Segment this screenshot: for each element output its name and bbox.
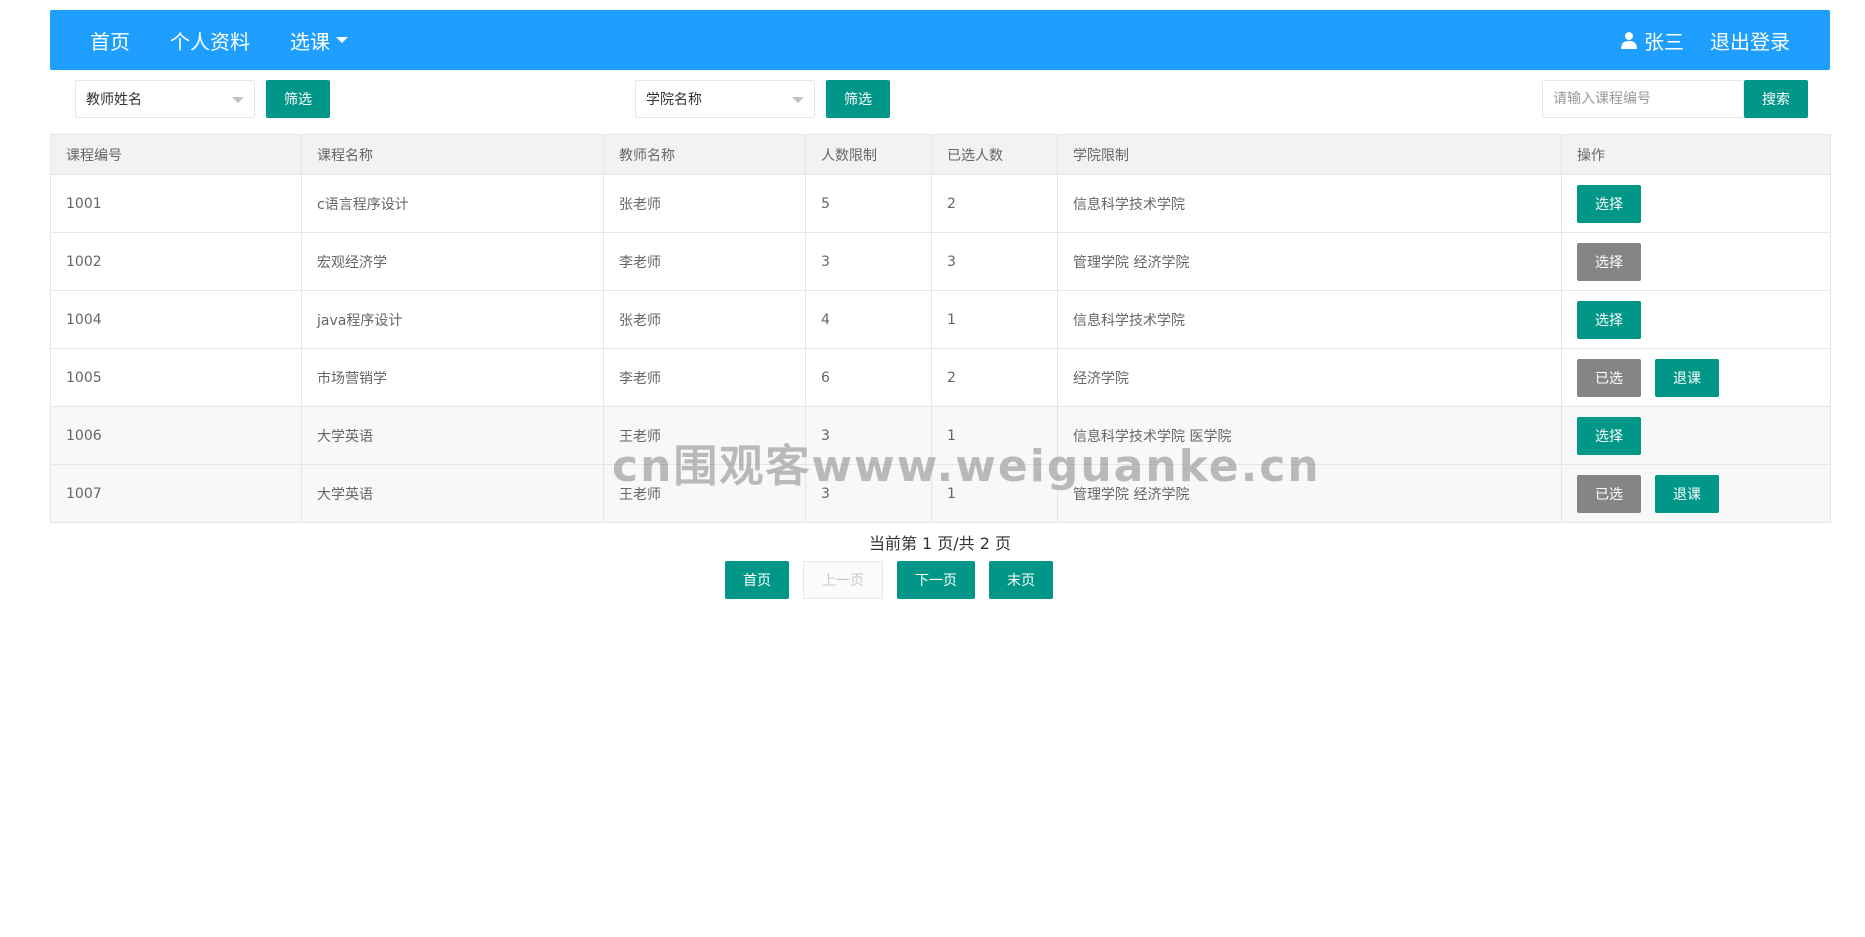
college-name-select[interactable]: 学院名称 bbox=[635, 80, 815, 118]
nav-home-label: 首页 bbox=[90, 29, 130, 54]
course-id-search-input[interactable] bbox=[1542, 80, 1744, 118]
header-capacity: 人数限制 bbox=[805, 134, 932, 175]
cell-capacity: 3 bbox=[805, 406, 932, 465]
cell-course-id: 1007 bbox=[50, 464, 302, 523]
cell-actions: 已选 退课 bbox=[1561, 348, 1831, 407]
nav-user-area: 张三 退出登录 bbox=[1620, 10, 1790, 70]
cell-enrolled: 3 bbox=[931, 232, 1058, 291]
nav-course-select-label: 选课 bbox=[290, 29, 330, 54]
cell-course-name: 大学英语 bbox=[301, 406, 604, 465]
user-icon bbox=[1621, 32, 1637, 49]
cell-actions: 选择 bbox=[1561, 174, 1831, 233]
cell-capacity: 6 bbox=[805, 348, 932, 407]
cell-course-id: 1006 bbox=[50, 406, 302, 465]
nav-item-home[interactable]: 首页 bbox=[90, 26, 130, 55]
cell-college: 信息科学技术学院 bbox=[1057, 174, 1562, 233]
cell-course-id: 1001 bbox=[50, 174, 302, 233]
cell-course-name: 大学英语 bbox=[301, 464, 604, 523]
prev-page-button[interactable]: 上一页 bbox=[803, 561, 883, 599]
nav-item-course-select[interactable]: 选课 bbox=[290, 26, 348, 55]
cell-course-name: 宏观经济学 bbox=[301, 232, 604, 291]
select-arrow-icon bbox=[792, 97, 804, 103]
select-course-button-disabled[interactable]: 选择 bbox=[1577, 242, 1641, 281]
table-row: 1005 市场营销学 李老师 6 2 经济学院 已选 退课 bbox=[50, 348, 1831, 407]
last-page-button[interactable]: 末页 bbox=[989, 561, 1053, 599]
table-row: 1001 c语言程序设计 张老师 5 2 信息科学技术学院 选择 bbox=[50, 174, 1831, 233]
cell-capacity: 3 bbox=[805, 464, 932, 523]
cell-college: 经济学院 bbox=[1057, 348, 1562, 407]
table-header-row: 课程编号 课程名称 教师名称 人数限制 已选人数 学院限制 操作 bbox=[50, 134, 1831, 175]
cell-course-name: java程序设计 bbox=[301, 290, 604, 349]
teacher-filter-button[interactable]: 筛选 bbox=[266, 80, 330, 118]
teacher-select-value: 教师姓名 bbox=[86, 92, 142, 108]
select-course-button[interactable]: 选择 bbox=[1577, 184, 1641, 223]
college-filter-button[interactable]: 筛选 bbox=[826, 80, 890, 118]
header-enrolled: 已选人数 bbox=[931, 134, 1058, 175]
cell-actions: 已选 退课 bbox=[1561, 464, 1831, 523]
user-name: 张三 bbox=[1644, 29, 1684, 54]
drop-course-button[interactable]: 退课 bbox=[1655, 474, 1719, 513]
cell-capacity: 3 bbox=[805, 232, 932, 291]
select-arrow-icon bbox=[232, 97, 244, 103]
header-teacher-name: 教师名称 bbox=[603, 134, 806, 175]
table-row: 1004 java程序设计 张老师 4 1 信息科学技术学院 选择 bbox=[50, 290, 1831, 349]
cell-course-name: c语言程序设计 bbox=[301, 174, 604, 233]
search-button[interactable]: 搜索 bbox=[1744, 80, 1808, 118]
cell-capacity: 5 bbox=[805, 174, 932, 233]
cell-teacher: 李老师 bbox=[603, 348, 806, 407]
cell-college: 管理学院 经济学院 bbox=[1057, 232, 1562, 291]
logout-link[interactable]: 退出登录 bbox=[1710, 26, 1790, 55]
cell-enrolled: 2 bbox=[931, 174, 1058, 233]
caret-down-icon bbox=[336, 37, 348, 43]
header-course-name: 课程名称 bbox=[301, 134, 604, 175]
nav-menu: 首页 个人资料 选课 bbox=[90, 10, 388, 70]
select-course-button[interactable]: 选择 bbox=[1577, 416, 1641, 455]
cell-course-name: 市场营销学 bbox=[301, 348, 604, 407]
pagination-info: 当前第 1 页/共 2 页 bbox=[868, 534, 1012, 553]
header-college-limit: 学院限制 bbox=[1057, 134, 1562, 175]
cell-actions: 选择 bbox=[1561, 406, 1831, 465]
cell-teacher: 张老师 bbox=[603, 174, 806, 233]
select-course-button[interactable]: 选择 bbox=[1577, 300, 1641, 339]
teacher-name-select[interactable]: 教师姓名 bbox=[75, 80, 255, 118]
filter-toolbar: 教师姓名 筛选 学院名称 筛选 搜索 bbox=[0, 80, 1865, 120]
cell-college: 管理学院 经济学院 bbox=[1057, 464, 1562, 523]
table-row: 1006 大学英语 王老师 3 1 信息科学技术学院 医学院 选择 bbox=[50, 406, 1831, 465]
cell-teacher: 李老师 bbox=[603, 232, 806, 291]
course-table: 课程编号 课程名称 教师名称 人数限制 已选人数 学院限制 操作 1001 c语… bbox=[50, 134, 1831, 523]
cell-course-id: 1005 bbox=[50, 348, 302, 407]
cell-actions: 选择 bbox=[1561, 290, 1831, 349]
cell-course-id: 1002 bbox=[50, 232, 302, 291]
cell-enrolled: 2 bbox=[931, 348, 1058, 407]
cell-enrolled: 1 bbox=[931, 464, 1058, 523]
cell-college: 信息科学技术学院 bbox=[1057, 290, 1562, 349]
cell-teacher: 王老师 bbox=[603, 464, 806, 523]
cell-teacher: 张老师 bbox=[603, 290, 806, 349]
header-actions: 操作 bbox=[1561, 134, 1831, 175]
cell-enrolled: 1 bbox=[931, 290, 1058, 349]
next-page-button[interactable]: 下一页 bbox=[897, 561, 975, 599]
nav-user-menu[interactable]: 张三 bbox=[1620, 26, 1684, 55]
already-selected-button[interactable]: 已选 bbox=[1577, 358, 1641, 397]
cell-course-id: 1004 bbox=[50, 290, 302, 349]
first-page-button[interactable]: 首页 bbox=[725, 561, 789, 599]
header-course-id: 课程编号 bbox=[50, 134, 302, 175]
drop-course-button[interactable]: 退课 bbox=[1655, 358, 1719, 397]
cell-enrolled: 1 bbox=[931, 406, 1058, 465]
nav-profile-label: 个人资料 bbox=[170, 29, 250, 54]
cell-actions: 选择 bbox=[1561, 232, 1831, 291]
college-select-value: 学院名称 bbox=[646, 92, 702, 108]
top-navbar: 首页 个人资料 选课 张三 退出登录 bbox=[50, 10, 1830, 70]
table-row: 1007 大学英语 王老师 3 1 管理学院 经济学院 已选 退课 bbox=[50, 464, 1831, 523]
cell-capacity: 4 bbox=[805, 290, 932, 349]
already-selected-button[interactable]: 已选 bbox=[1577, 474, 1641, 513]
table-row: 1002 宏观经济学 李老师 3 3 管理学院 经济学院 选择 bbox=[50, 232, 1831, 291]
cell-college: 信息科学技术学院 医学院 bbox=[1057, 406, 1562, 465]
cell-teacher: 王老师 bbox=[603, 406, 806, 465]
nav-item-profile[interactable]: 个人资料 bbox=[170, 26, 250, 55]
